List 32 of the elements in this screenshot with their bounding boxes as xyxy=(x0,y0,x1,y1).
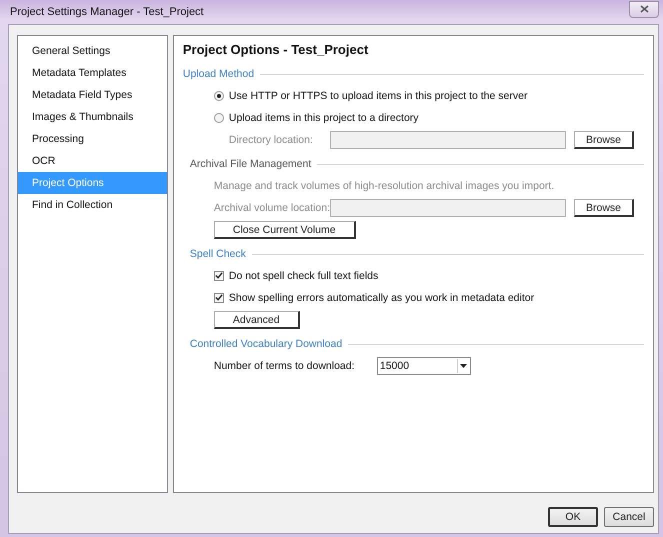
sidebar-item[interactable]: Metadata Field Types xyxy=(18,84,167,106)
sidebar-item[interactable]: Find in Collection xyxy=(18,194,167,216)
window-title: Project Settings Manager - Test_Project xyxy=(10,6,204,18)
action-button[interactable]: Advanced xyxy=(214,310,300,328)
close-button[interactable] xyxy=(629,0,659,18)
field-label: Directory location: xyxy=(228,134,314,146)
sidebar-item[interactable]: General Settings xyxy=(18,40,167,62)
radio-button[interactable] xyxy=(214,112,224,122)
radio-label: Use HTTP or HTTPS to upload items in this project to the server xyxy=(228,90,528,102)
dropdown-label: Number of terms to download: xyxy=(214,360,356,372)
checkbox-label: Do not spell check full text fields xyxy=(228,270,378,282)
description-text: Manage and track volumes of high-resolution archival images you import. xyxy=(214,180,554,192)
section-title: Upload Method xyxy=(182,68,254,80)
sidebar-item[interactable]: Processing xyxy=(18,128,167,150)
sidebar-item[interactable]: OCR xyxy=(18,150,167,172)
checkbox[interactable] xyxy=(214,292,224,302)
panel-title: Project Options - Test_Project xyxy=(182,42,370,57)
sidebar-item[interactable]: Metadata Templates xyxy=(18,62,167,84)
section-title: Archival File Management xyxy=(190,158,312,170)
dialog-button[interactable]: OK xyxy=(548,507,598,527)
section-title: Spell Check xyxy=(190,248,246,260)
caret-icon xyxy=(460,364,468,368)
radio-label: Upload items in this project to a directory xyxy=(228,112,419,124)
checkbox[interactable] xyxy=(214,270,224,280)
section-title: Controlled Vocabulary Download xyxy=(190,338,342,350)
radio-button[interactable] xyxy=(214,90,224,100)
field-label: Archival volume location: xyxy=(214,202,330,214)
sidebar-item[interactable]: Images & Thumbnails xyxy=(18,106,167,128)
checkbox-label: Show spelling errors automatically as you work in metadata editor xyxy=(228,292,534,304)
close-icon xyxy=(640,5,648,13)
terms-dropdown[interactable]: 15000 xyxy=(376,356,471,374)
dialog-button[interactable]: Cancel xyxy=(604,507,654,527)
